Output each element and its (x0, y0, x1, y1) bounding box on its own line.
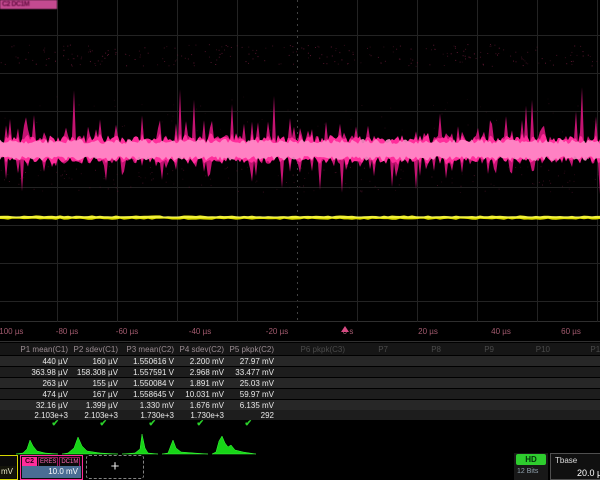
parameter-header-unused[interactable]: P10 (488, 345, 550, 354)
gridline-vertical (477, 0, 478, 322)
c2-volts-per-div: 10.0 mV (22, 466, 81, 478)
gridline-vertical (237, 0, 238, 322)
gridline-horizontal (0, 263, 600, 264)
gridline-vertical (57, 0, 58, 322)
add-trace-button[interactable]: + (86, 455, 144, 479)
status-check-icon: ✔ (142, 418, 156, 429)
gridline-horizontal (0, 73, 600, 74)
timebase-descriptor[interactable]: Tbase 20.0 µs (550, 453, 600, 480)
channel-c1-descriptor[interactable]: C1 DC1M 10.0 mV (0, 455, 18, 480)
time-axis-label: 40 µs (491, 327, 511, 336)
gridline-horizontal (0, 187, 600, 188)
measurement-value: 33.477 mV (208, 368, 274, 377)
hd-bits-label: 12 Bits (517, 468, 538, 475)
time-axis-label: -100 µs (0, 327, 23, 336)
parameter-header[interactable]: P2 sdev(C1) (56, 345, 118, 354)
measurement-value: 6.135 mV (208, 401, 274, 410)
gridline-horizontal (0, 149, 600, 150)
time-axis-label: -60 µs (116, 327, 138, 336)
trace-descriptor-tag[interactable]: C2 DC1M (0, 0, 57, 9)
time-axis-label: -40 µs (189, 327, 211, 336)
status-check-icon: ✔ (190, 418, 204, 429)
c1-volts-per-div: 10.0 mV (0, 466, 16, 478)
channel-c2-descriptor[interactable]: C2 ERES DC1M 10.0 mV (20, 455, 83, 480)
parameter-header-unused[interactable]: P11 (542, 345, 600, 354)
parameter-header-unused[interactable]: P9 (432, 345, 494, 354)
gridline-vertical (357, 0, 358, 322)
timebase-value: 20.0 µs (577, 468, 600, 478)
parameter-header[interactable]: P5 pkpk(C2) (212, 345, 274, 354)
gridline-vertical (117, 0, 118, 322)
status-check-icon: ✔ (45, 418, 59, 429)
measurement-value: 59.97 mV (208, 390, 274, 399)
gridline-horizontal (0, 111, 600, 112)
gridline-vertical (537, 0, 538, 322)
time-axis-label: 60 µs (561, 327, 581, 336)
status-check-icon: ✔ (238, 418, 252, 429)
measurement-value: 27.97 mV (208, 357, 274, 366)
hd-badge[interactable]: HD (516, 454, 546, 465)
waveform-grid (0, 0, 600, 322)
trigger-position-icon[interactable] (341, 326, 349, 332)
hd-mode-panel[interactable]: HD 12 Bits (514, 453, 548, 480)
gridline-horizontal (0, 301, 600, 302)
gridline-vertical (597, 0, 598, 322)
time-axis-label: -20 µs (266, 327, 288, 336)
measurement-value: 25.03 mV (208, 379, 274, 388)
time-axis-label: 20 µs (418, 327, 438, 336)
gridline-vertical (177, 0, 178, 322)
oscilloscope-screen: C2 DC1M -100 µs-80 µs-60 µs-40 µs-20 µs0… (0, 0, 600, 480)
status-check-icon: ✔ (93, 418, 107, 429)
gridline-horizontal (0, 35, 600, 36)
time-axis-label: -80 µs (56, 327, 78, 336)
gridline-vertical (417, 0, 418, 322)
divider (0, 341, 600, 342)
gridline-vertical (297, 0, 298, 322)
timebase-title: Tbase (555, 456, 577, 465)
gridline-horizontal (0, 225, 600, 226)
